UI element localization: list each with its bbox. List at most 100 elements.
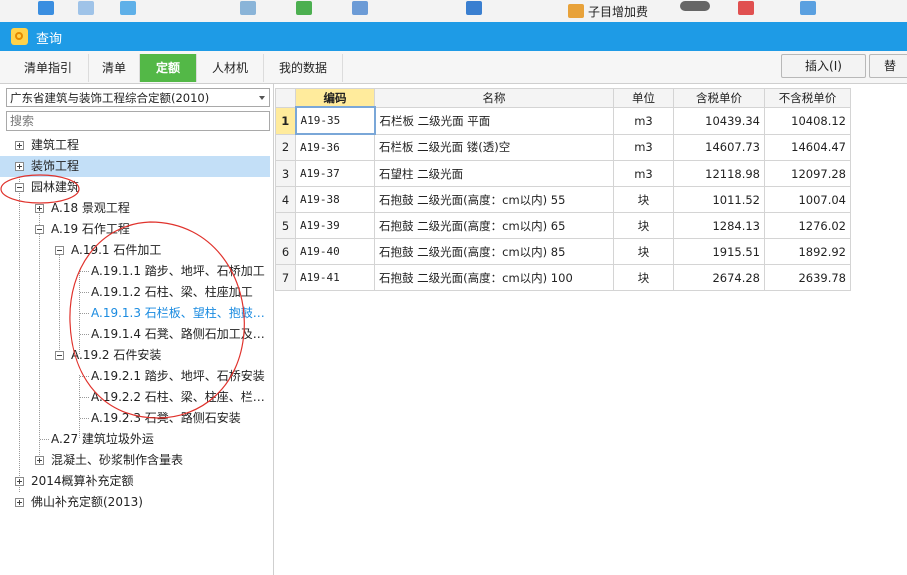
tree-item-a19-2[interactable]: A.19.2 石件安装 <box>0 345 270 366</box>
tree-item-a19-2-2[interactable]: A.19.2.2 石柱、梁、柱座、栏… <box>0 387 270 408</box>
table-row[interactable]: 5 A19-39 石抱鼓 二级光面(高度：cm以内) 65 块 1284.13 … <box>275 212 851 239</box>
add-tool-icon[interactable] <box>120 1 136 15</box>
expand-icon[interactable] <box>35 456 44 465</box>
code-cell[interactable]: A19-38 <box>295 186 375 213</box>
tree-item-a19-1-1[interactable]: A.19.1.1 踏步、地坪、石桥加工 <box>0 261 270 282</box>
expand-icon[interactable] <box>35 204 44 213</box>
collapse-icon[interactable] <box>55 351 64 360</box>
grid-tool-icon[interactable] <box>78 1 94 15</box>
tree-item-a19-1-3[interactable]: A.19.1.3 石栏板、望柱、抱鼓… <box>0 303 270 324</box>
download-tool-icon[interactable] <box>466 1 482 15</box>
expand-icon[interactable] <box>15 477 24 486</box>
price-notax-cell[interactable]: 2639.78 <box>764 264 851 291</box>
price-tax-cell[interactable]: 1915.51 <box>673 238 765 265</box>
code-cell[interactable]: A19-41 <box>295 264 375 291</box>
table-row[interactable]: 2 A19-36 石栏板 二级光面 镂(透)空 m3 14607.73 1460… <box>275 133 851 161</box>
search-tool-icon[interactable] <box>38 1 54 15</box>
name-cell[interactable]: 石栏板 二级光面 镂(透)空 <box>374 133 614 161</box>
unit-cell[interactable]: 块 <box>613 264 674 291</box>
price-notax-cell[interactable]: 1276.02 <box>764 212 851 239</box>
code-cell[interactable]: A19-39 <box>295 212 375 239</box>
tab-bill-guide[interactable]: 清单指引 <box>8 54 89 82</box>
price-notax-cell[interactable]: 14604.47 <box>764 133 851 161</box>
column-header-code[interactable]: 编码 <box>295 88 375 108</box>
unit-cell[interactable]: 块 <box>613 238 674 265</box>
import-tool-icon[interactable] <box>296 1 312 15</box>
subitem-fee-icon[interactable] <box>568 4 584 18</box>
tree-item-a19-2-3[interactable]: A.19.2.3 石凳、路侧石安装 <box>0 408 270 429</box>
data-tool-icon[interactable] <box>352 1 368 15</box>
quota-library-select[interactable]: 广东省建筑与装饰工程综合定额(2010) <box>6 88 270 107</box>
table-row[interactable]: 6 A19-40 石抱鼓 二级光面(高度：cm以内) 85 块 1915.51 … <box>275 238 851 265</box>
expand-icon[interactable] <box>15 162 24 171</box>
collapse-icon[interactable] <box>15 183 24 192</box>
tree-item-a19[interactable]: A.19 石作工程 <box>0 219 270 240</box>
tree-item-foshan-supplement[interactable]: 佛山补充定额(2013) <box>0 492 270 513</box>
unit-cell[interactable]: 块 <box>613 212 674 239</box>
tab-bill[interactable]: 清单 <box>89 54 140 82</box>
insert-button[interactable]: 插入(I) <box>781 54 866 78</box>
left-panel: 广东省建筑与装饰工程综合定额(2010) 建筑工程 装饰工程 园林建筑 A.18… <box>0 84 274 575</box>
tree-item-a19-1-2[interactable]: A.19.1.2 石柱、梁、柱座加工 <box>0 282 270 303</box>
price-tax-cell[interactable]: 10439.34 <box>673 106 765 135</box>
table-row[interactable]: 1 A19-35 石栏板 二级光面 平面 m3 10439.34 10408.1… <box>275 106 851 135</box>
table-row[interactable]: 4 A19-38 石抱鼓 二级光面(高度：cm以内) 55 块 1011.52 … <box>275 186 851 213</box>
chevron-down-icon[interactable] <box>259 96 265 100</box>
unit-cell[interactable]: m3 <box>613 160 674 187</box>
tree-item-a27[interactable]: A.27 建筑垃圾外运 <box>0 429 270 450</box>
code-cell[interactable]: A19-37 <box>295 160 375 187</box>
name-cell[interactable]: 石抱鼓 二级光面(高度：cm以内) 55 <box>374 186 614 213</box>
tree-search-input[interactable] <box>6 111 270 131</box>
collapse-icon[interactable] <box>35 225 44 234</box>
price-tax-cell[interactable]: 1011.52 <box>673 186 765 213</box>
subitem-fee-label[interactable]: 子目增加费 <box>588 3 648 20</box>
price-notax-cell[interactable]: 12097.28 <box>764 160 851 187</box>
chain-tool-icon[interactable] <box>680 1 710 11</box>
query-app-icon <box>11 28 28 45</box>
tree-item-2014-supplement[interactable]: 2014概算补充定额 <box>0 471 270 492</box>
code-cell[interactable]: A19-36 <box>295 133 375 161</box>
tree-item-concrete-mortar[interactable]: 混凝土、砂浆制作含量表 <box>0 450 270 471</box>
tab-labor-material[interactable]: 人材机 <box>197 54 264 82</box>
name-cell[interactable]: 石抱鼓 二级光面(高度：cm以内) 85 <box>374 238 614 265</box>
name-cell[interactable]: 石栏板 二级光面 平面 <box>374 106 614 135</box>
tree-item-building[interactable]: 建筑工程 <box>0 135 270 156</box>
tool-icon[interactable] <box>240 1 256 15</box>
delete-tool-icon[interactable] <box>738 1 754 15</box>
table-row[interactable]: 3 A19-37 石望柱 二级光面 m3 12118.98 12097.28 <box>275 160 851 187</box>
expand-icon[interactable] <box>15 141 24 150</box>
tree-item-a18[interactable]: A.18 景观工程 <box>0 198 270 219</box>
unit-cell[interactable]: m3 <box>613 133 674 161</box>
price-notax-cell[interactable]: 10408.12 <box>764 106 851 135</box>
tab-my-data[interactable]: 我的数据 <box>264 54 343 82</box>
collapse-icon[interactable] <box>55 246 64 255</box>
tree-item-a19-1[interactable]: A.19.1 石件加工 <box>0 240 270 261</box>
code-cell[interactable]: A19-35 <box>294 106 376 135</box>
tree-item-a19-2-1[interactable]: A.19.2.1 踏步、地坪、石桥安装 <box>0 366 270 387</box>
price-tax-cell[interactable]: 2674.28 <box>673 264 765 291</box>
column-header-unit[interactable]: 单位 <box>613 88 674 108</box>
price-notax-cell[interactable]: 1892.92 <box>764 238 851 265</box>
name-cell[interactable]: 石抱鼓 二级光面(高度：cm以内) 100 <box>374 264 614 291</box>
column-header-name[interactable]: 名称 <box>374 88 614 108</box>
code-cell[interactable]: A19-40 <box>295 238 375 265</box>
tree-item-a19-1-4[interactable]: A.19.1.4 石凳、路侧石加工及… <box>0 324 270 345</box>
unit-cell[interactable]: 块 <box>613 186 674 213</box>
tree-item-garden-building[interactable]: 园林建筑 <box>0 177 270 198</box>
link-tool-icon[interactable] <box>800 1 816 15</box>
price-tax-cell[interactable]: 14607.73 <box>673 133 765 161</box>
column-header-price-tax[interactable]: 含税单价 <box>673 88 765 108</box>
grid-header-row: 编码 名称 单位 含税单价 不含税单价 <box>275 88 851 108</box>
tree-item-decoration[interactable]: 装饰工程 <box>0 156 270 177</box>
price-tax-cell[interactable]: 1284.13 <box>673 212 765 239</box>
name-cell[interactable]: 石抱鼓 二级光面(高度：cm以内) 65 <box>374 212 614 239</box>
replace-button[interactable]: 替 <box>869 54 907 78</box>
expand-icon[interactable] <box>15 498 24 507</box>
price-notax-cell[interactable]: 1007.04 <box>764 186 851 213</box>
column-header-price-notax[interactable]: 不含税单价 <box>764 88 851 108</box>
tab-quota[interactable]: 定额 <box>140 54 197 82</box>
price-tax-cell[interactable]: 12118.98 <box>673 160 765 187</box>
name-cell[interactable]: 石望柱 二级光面 <box>374 160 614 187</box>
unit-cell[interactable]: m3 <box>613 106 674 135</box>
table-row[interactable]: 7 A19-41 石抱鼓 二级光面(高度：cm以内) 100 块 2674.28… <box>275 264 851 291</box>
